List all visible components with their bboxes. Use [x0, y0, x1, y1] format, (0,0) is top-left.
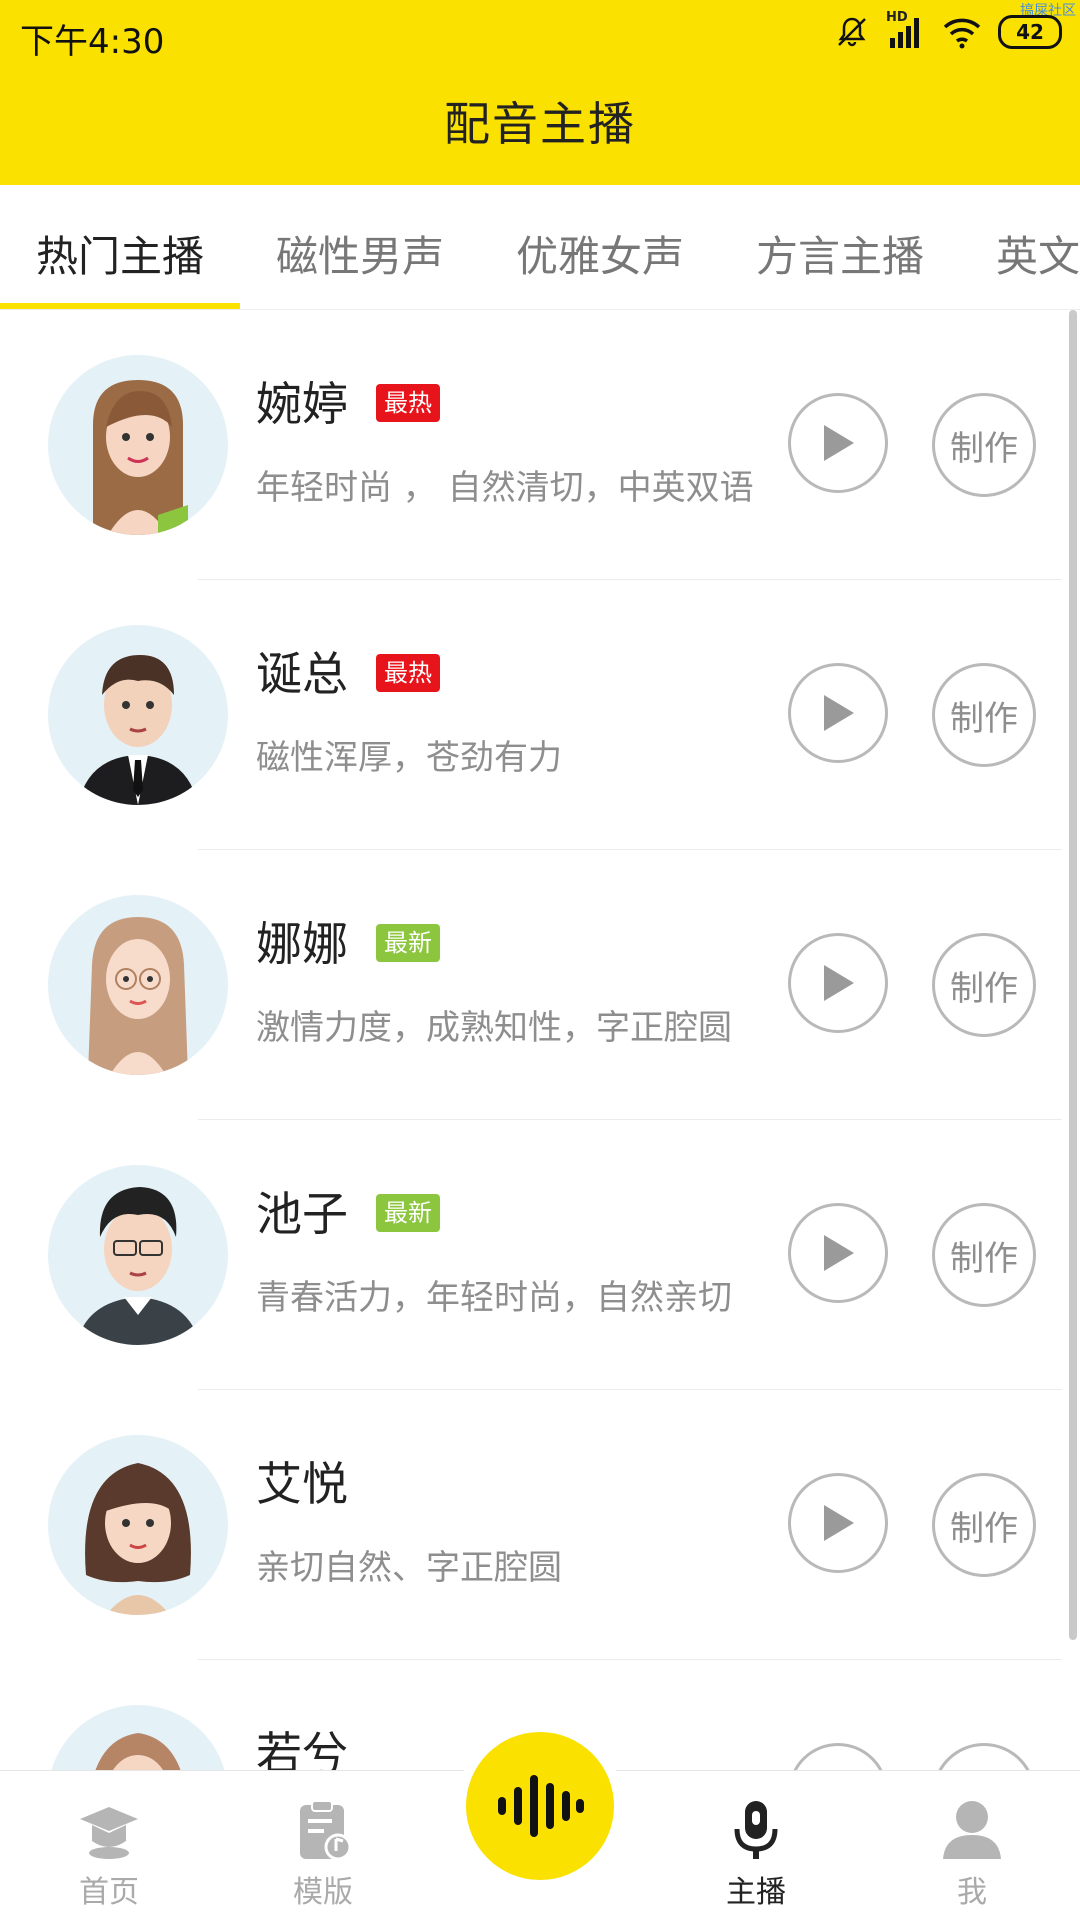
wifi-icon	[943, 18, 981, 49]
anchor-list: 婉婷 最热 年轻时尚 ， 自然清切，中英双语 制作 诞总 最热 磁性浑厚，苍劲有…	[0, 310, 1062, 1770]
avatar	[48, 625, 228, 805]
make-button[interactable]: 制作	[932, 933, 1036, 1037]
avatar	[48, 895, 228, 1075]
muted-bell-icon	[838, 17, 866, 47]
tab-dialect[interactable]: 方言主播	[756, 223, 924, 284]
play-icon	[824, 425, 854, 461]
hot-badge: 最热	[376, 654, 440, 692]
microphone-icon	[734, 1801, 778, 1859]
anchor-description: 年轻时尚 ， 自然清切，中英双语	[256, 468, 754, 508]
music-clipboard-icon	[300, 1800, 352, 1861]
category-tabs: 热门主播 磁性男声 优雅女声 方言主播 英文	[0, 185, 1080, 310]
tab-magnetic-male[interactable]: 磁性男声	[276, 223, 444, 284]
make-button[interactable]: 制作	[932, 1473, 1036, 1577]
play-icon	[824, 965, 854, 1001]
anchor-name: 艾悦	[256, 1457, 348, 1511]
anchor-description: 磁性浑厚，苍劲有力	[256, 738, 562, 778]
nav-label: 模版	[293, 1875, 353, 1910]
play-icon	[824, 695, 854, 731]
nav-item-templates[interactable]: 模版	[258, 1795, 388, 1911]
battery-icon: 42	[998, 15, 1062, 49]
make-button[interactable]: 制作	[932, 1203, 1036, 1307]
avatar	[48, 1435, 228, 1615]
person-icon	[943, 1801, 1001, 1859]
play-icon	[824, 1235, 854, 1271]
new-badge: 最新	[376, 1194, 440, 1232]
signal-icon: HD	[886, 10, 926, 50]
anchor-name: 诞总	[256, 647, 348, 701]
scrollbar[interactable]	[1069, 310, 1077, 1640]
anchor-name: 池子	[256, 1187, 348, 1241]
hot-badge: 最热	[376, 384, 440, 422]
avatar	[48, 1165, 228, 1345]
list-item[interactable]: 诞总 最热 磁性浑厚，苍劲有力 制作	[0, 580, 1062, 850]
play-button[interactable]	[788, 1473, 888, 1573]
tab-english[interactable]: 英文	[996, 223, 1080, 284]
list-item[interactable]: 娜娜 最新 激情力度，成熟知性，字正腔圆 制作	[0, 850, 1062, 1120]
play-button[interactable]	[788, 1203, 888, 1303]
nav-item-home[interactable]: 首页	[44, 1795, 174, 1911]
make-button[interactable]: 制作	[932, 393, 1036, 497]
nav-label: 我	[957, 1875, 987, 1910]
list-item[interactable]: 艾悦 亲切自然、字正腔圆 制作	[0, 1390, 1062, 1660]
app-header: 下午4:30 搞屎社区 HD 42 配音主播	[0, 0, 1080, 185]
tab-hot[interactable]: 热门主播	[36, 223, 204, 284]
anchor-description: 激情力度，成熟知性，字正腔圆	[256, 1008, 732, 1048]
make-button[interactable]: 制作	[932, 1743, 1036, 1770]
status-time: 下午4:30	[20, 22, 165, 62]
play-button[interactable]	[788, 393, 888, 493]
list-item[interactable]: 池子 最新 青春活力，年轻时尚，自然亲切 制作	[0, 1120, 1062, 1390]
nav-item-anchors[interactable]: 主播	[691, 1795, 821, 1911]
play-button[interactable]	[788, 933, 888, 1033]
sound-wave-icon	[498, 1775, 584, 1837]
avatar	[48, 355, 228, 535]
anchor-name: 娜娜	[256, 917, 348, 971]
make-button[interactable]: 制作	[932, 663, 1036, 767]
record-button[interactable]	[466, 1732, 614, 1880]
tab-elegant-female[interactable]: 优雅女声	[516, 223, 684, 284]
anchor-description: 亲切自然、字正腔圆	[256, 1548, 562, 1588]
play-button[interactable]	[788, 663, 888, 763]
page-title: 配音主播	[444, 97, 636, 151]
nav-label: 首页	[79, 1875, 139, 1910]
list-item[interactable]: 婉婷 最热 年轻时尚 ， 自然清切，中英双语 制作	[0, 310, 1062, 580]
graduation-cap-icon	[80, 1807, 138, 1859]
anchor-description: 青春活力，年轻时尚，自然亲切	[256, 1278, 732, 1318]
status-icons: HD 42	[834, 10, 1062, 50]
play-icon	[824, 1505, 854, 1541]
nav-label: 主播	[726, 1875, 786, 1910]
new-badge: 最新	[376, 924, 440, 962]
tab-indicator	[0, 303, 240, 309]
avatar	[48, 1705, 228, 1770]
anchor-name: 婉婷	[256, 377, 348, 431]
nav-item-me[interactable]: 我	[907, 1795, 1037, 1911]
anchor-name: 若兮	[256, 1727, 348, 1770]
play-button[interactable]	[788, 1743, 888, 1770]
